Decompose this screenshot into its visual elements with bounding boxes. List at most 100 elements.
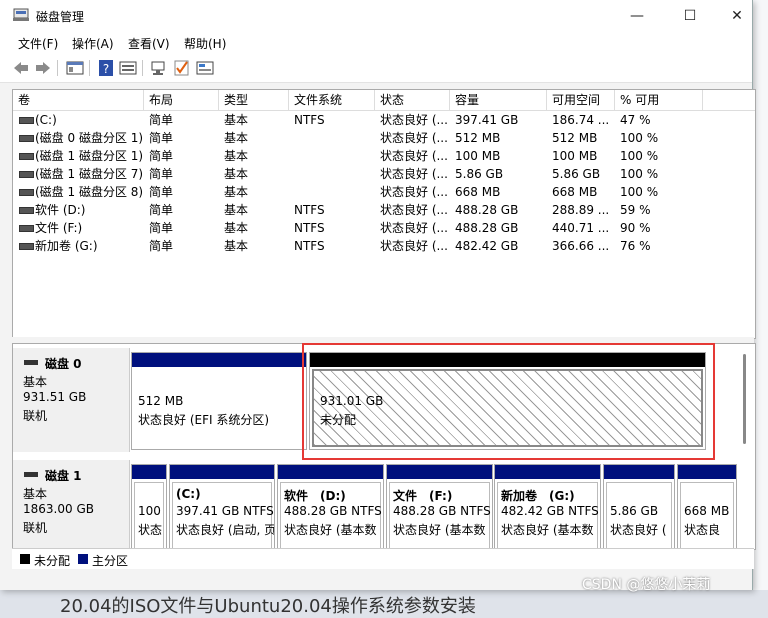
column-header-status[interactable]: 状态 [375, 90, 450, 110]
cell-layout: 简单 [149, 221, 174, 235]
partition-bar [495, 465, 600, 479]
menu-help[interactable]: 帮助(H) [184, 35, 226, 52]
cell-capacity: 482.42 GB [455, 239, 519, 253]
background-article-text: 20.04的ISO文件与Ubuntu20.04操作系统参数安装 [60, 596, 476, 617]
cell-type: 基本 [224, 221, 249, 235]
cell-status: 状态良好 (... [380, 149, 448, 163]
column-header-layout[interactable]: 布局 [144, 90, 219, 110]
cell-pct: 90 % [620, 221, 651, 235]
column-header-capacity[interactable]: 容量 [450, 90, 547, 110]
cell-layout: 简单 [149, 185, 174, 199]
disk-1-partition[interactable]: 软件 (D:) 488.28 GB NTFS 状态良好 (基本数 [277, 464, 384, 549]
svg-text:?: ? [103, 62, 109, 76]
partition-status: 状态良好 (基本数 [501, 523, 594, 537]
legend-bar: 未分配 主分区 [12, 548, 754, 569]
cell-fs [294, 129, 374, 147]
disk-0-title: 磁盘 0 [45, 357, 82, 371]
highlight-box [302, 343, 715, 460]
cell-name: (磁盘 0 磁盘分区 1) [35, 131, 143, 145]
cell-layout: 简单 [149, 131, 174, 145]
table-row[interactable]: (磁盘 1 磁盘分区 1) 简单 基本 状态良好 (... 100 MB 100 MB 10… [13, 147, 755, 165]
vertical-scrollbar[interactable] [743, 354, 746, 444]
disk-1-label[interactable]: 磁盘 1 基本 1863.00 GB 联机 [13, 460, 130, 549]
column-header-percent-free[interactable]: % 可用 [615, 90, 703, 110]
cell-status: 状态良好 (... [380, 113, 448, 127]
cell-free: 100 MB [552, 149, 598, 163]
partition-status: 状态良好 ( [610, 523, 667, 537]
cell-status: 状态良好 (... [380, 239, 448, 253]
cell-free: 288.89 ... [552, 203, 610, 217]
cell-fs: NTFS [294, 239, 325, 253]
disk-1-partition[interactable]: 文件 (F:) 488.28 GB NTFS 状态良好 (基本数 [386, 464, 493, 549]
cell-type: 基本 [224, 239, 249, 253]
maximize-button[interactable]: ☐ [667, 0, 713, 32]
cell-name: 文件 (F:) [35, 221, 83, 235]
disk-1-partition[interactable]: 新加卷 (G:) 482.42 GB NTFS 状态良好 (基本数 [494, 464, 601, 549]
disk-1-size: 1863.00 GB [23, 502, 94, 516]
table-row[interactable]: (磁盘 1 磁盘分区 7) 简单 基本 状态良好 (... 5.86 GB 5.86 GB… [13, 165, 755, 183]
title-bar: 磁盘管理 — ☐ ✕ [0, 0, 752, 32]
volume-list[interactable]: 卷 布局 类型 文件系统 状态 容量 可用空间 % 可用 (C:) 简单 基本 NTF… [12, 89, 756, 339]
partition-status: 状态良好 (EFI 系统分区) [138, 413, 270, 427]
disk-0-efi-partition[interactable]: 512 MB 状态良好 (EFI 系统分区) [131, 352, 307, 450]
window-title: 磁盘管理 [36, 10, 85, 24]
help-icon[interactable]: ? [97, 59, 115, 77]
cell-name: (磁盘 1 磁盘分区 7) [35, 167, 143, 181]
disk-1-partition[interactable]: 100 状态 [131, 464, 167, 549]
menu-file[interactable]: 文件(F) [18, 35, 58, 52]
partition-name: 软件 (D:) [284, 489, 346, 503]
table-row[interactable]: 文件 (F:) 简单 基本 NTFS 状态良好 (... 488.28 GB 440.71 … [13, 219, 755, 237]
disk-1-partition[interactable]: 668 MB 状态良 [677, 464, 737, 549]
table-row[interactable]: (磁盘 1 磁盘分区 8) 简单 基本 状态良好 (... 668 MB 668 MB 10… [13, 183, 755, 201]
column-header-type[interactable]: 类型 [219, 90, 289, 110]
table-row[interactable]: (磁盘 0 磁盘分区 1) 简单 基本 状态良好 (... 512 MB 512 MB 10… [13, 129, 755, 147]
cell-layout: 简单 [149, 239, 174, 253]
cell-pct: 59 % [620, 203, 651, 217]
check-icon[interactable] [173, 59, 191, 77]
console-tree-icon[interactable] [66, 59, 84, 77]
partition-status: 状态良好 (启动, 页 [176, 523, 275, 537]
cell-fs [294, 165, 374, 183]
table-row[interactable]: 软件 (D:) 简单 基本 NTFS 状态良好 (... 488.28 GB 288.89 … [13, 201, 755, 219]
legend-primary: 主分区 [92, 554, 129, 568]
partition-bar [132, 353, 306, 367]
menu-bar: 文件(F) 操作(A) 查看(V) 帮助(H) [0, 32, 752, 54]
back-arrow-icon[interactable] [12, 59, 30, 77]
partition-status: 状态良好 (基本数 [284, 523, 377, 537]
partition-size: 488.28 GB NTFS [393, 504, 491, 518]
close-button[interactable]: ✕ [714, 0, 760, 32]
cell-pct: 47 % [620, 113, 651, 127]
volume-list-header: 卷 布局 类型 文件系统 状态 容量 可用空间 % 可用 [13, 90, 755, 111]
disk-1-partition[interactable]: (C:) 397.41 GB NTFS 状态良好 (启动, 页 [169, 464, 275, 549]
drive-icon [19, 207, 34, 214]
disk-0-label[interactable]: 磁盘 0 基本 931.51 GB 联机 [13, 348, 130, 452]
column-header-filesystem[interactable]: 文件系统 [289, 90, 375, 110]
connect-icon[interactable] [150, 59, 168, 77]
cell-pct: 100 % [620, 149, 659, 163]
cell-layout: 简单 [149, 113, 174, 127]
view-icon[interactable] [196, 59, 214, 77]
table-row[interactable]: 新加卷 (G:) 简单 基本 NTFS 状态良好 (... 482.42 GB 366.66… [13, 237, 755, 255]
disk-1-partition[interactable]: 5.86 GB 状态良好 ( [603, 464, 675, 549]
table-row[interactable]: (C:) 简单 基本 NTFS 状态良好 (... 397.41 GB 186.74 ...… [13, 111, 755, 129]
cell-free: 5.86 GB [552, 167, 601, 181]
partition-status: 状态 [138, 523, 163, 537]
disk-0-size: 931.51 GB [23, 390, 87, 404]
menu-view[interactable]: 查看(V) [128, 35, 170, 52]
watermark: CSDN @悠悠小茉莉 [582, 577, 711, 593]
partition-status: 状态良 [684, 523, 721, 537]
forward-arrow-icon[interactable] [34, 59, 52, 77]
disk-icon [24, 472, 38, 477]
column-header-free-space[interactable]: 可用空间 [547, 90, 615, 110]
column-header-volume[interactable]: 卷 [13, 90, 144, 110]
minimize-button[interactable]: — [614, 0, 660, 32]
disk-management-window: 磁盘管理 — ☐ ✕ 文件(F) 操作(A) 查看(V) 帮助(H) ? 卷 布… [0, 0, 756, 590]
cell-type: 基本 [224, 167, 249, 181]
drive-icon [19, 243, 34, 250]
properties-icon[interactable] [119, 59, 137, 77]
drive-icon [19, 225, 34, 232]
partition-bar [278, 465, 383, 479]
partition-size: 668 MB [684, 504, 730, 518]
menu-action[interactable]: 操作(A) [72, 35, 114, 52]
disk-management-icon [13, 8, 29, 21]
